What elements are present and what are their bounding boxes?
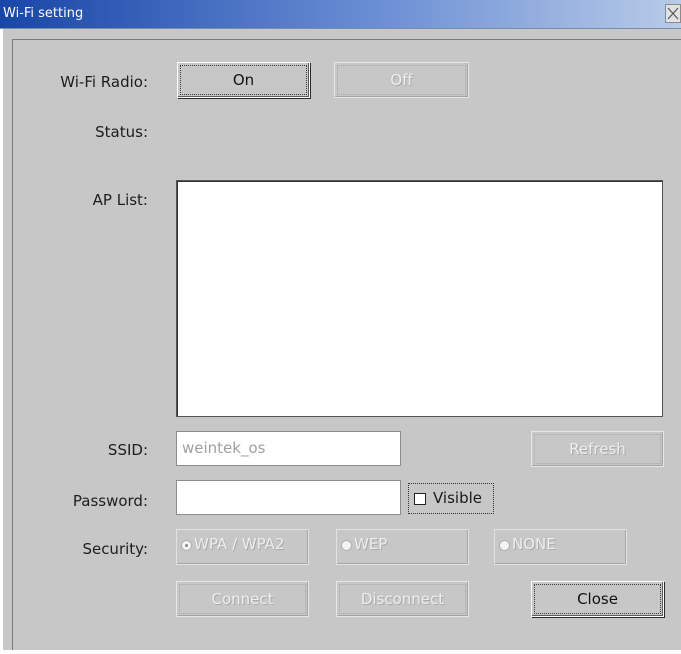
radio-on-button[interactable]: On (177, 62, 310, 98)
security-option-wep[interactable]: WEP (336, 529, 469, 565)
visible-checkbox[interactable]: Visible (408, 483, 494, 514)
ssid-field[interactable]: weintek_os (176, 431, 401, 466)
status-label: Status: (95, 123, 148, 141)
ap-list-label: AP List: (92, 191, 148, 209)
title-bar: Wi-Fi setting (0, 0, 681, 29)
password-label: Password: (72, 492, 148, 510)
checkbox-box[interactable] (414, 493, 426, 505)
radio-icon (500, 541, 509, 550)
visible-label: Visible (433, 489, 482, 507)
wifi-radio-label: Wi-Fi Radio: (60, 73, 148, 91)
status-value (177, 123, 657, 141)
connect-button[interactable]: Connect (176, 581, 309, 617)
refresh-button[interactable]: Refresh (531, 431, 664, 467)
security-option-none[interactable]: NONE (494, 529, 627, 565)
close-button[interactable]: Close (531, 581, 664, 617)
ssid-label: SSID: (107, 441, 148, 459)
security-label: Security: (82, 540, 148, 558)
password-field[interactable] (176, 480, 401, 515)
close-icon[interactable] (665, 4, 681, 23)
radio-off-button[interactable]: Off (334, 62, 469, 98)
disconnect-button[interactable]: Disconnect (336, 581, 469, 617)
radio-icon (342, 541, 351, 550)
radio-selected-icon (182, 541, 191, 550)
window-title: Wi-Fi setting (3, 6, 84, 21)
wifi-setting-dialog: Wi-Fi Radio: On Off Status: AP List: SSI… (3, 29, 681, 650)
ap-list[interactable] (176, 180, 663, 417)
security-option-wpa[interactable]: WPA / WPA2 (176, 529, 309, 565)
